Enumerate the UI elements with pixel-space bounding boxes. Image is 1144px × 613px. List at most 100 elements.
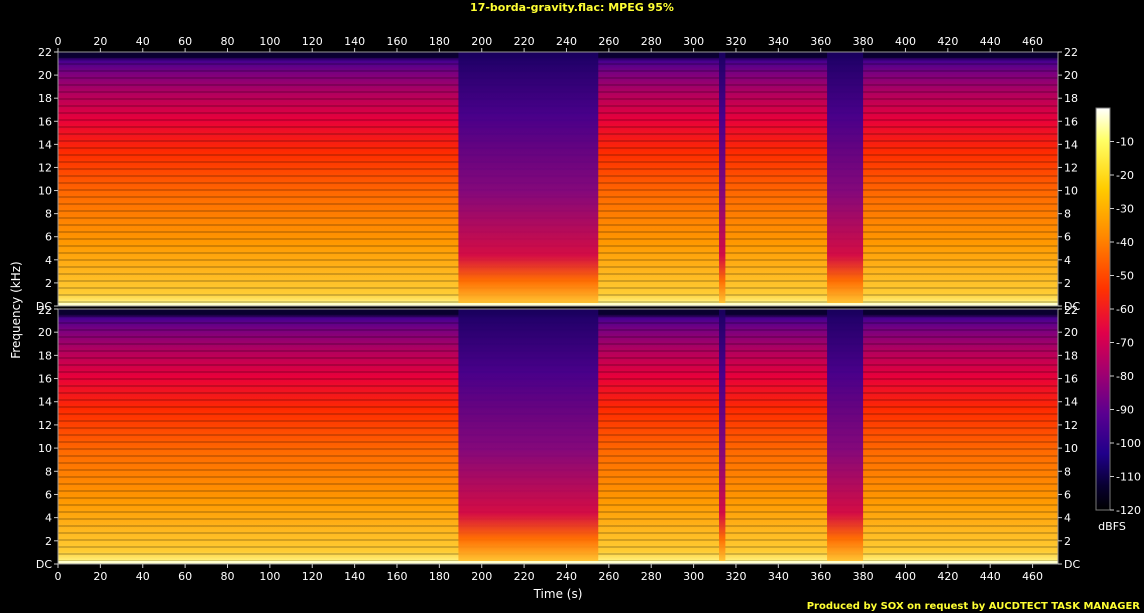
y-tick-label: 16 bbox=[1064, 115, 1078, 128]
x-tick-label: 320 bbox=[725, 35, 746, 48]
x-tick-label: 180 bbox=[429, 35, 450, 48]
x-tick-label: 460 bbox=[1022, 570, 1043, 583]
y-tick-label: 8 bbox=[45, 208, 52, 221]
y-tick-label: DC bbox=[36, 558, 52, 571]
colorbar-tick-label: -50 bbox=[1116, 270, 1134, 283]
x-tick-label: 20 bbox=[93, 570, 107, 583]
x-tick-label: 260 bbox=[598, 35, 619, 48]
x-tick-label: 400 bbox=[895, 570, 916, 583]
colorbar-ticks: -10 -20 -30 -40 -50 -60 -70 -80 -90 -100 -110 -120 bbox=[1110, 136, 1141, 517]
colorbar-tick-label: -80 bbox=[1116, 370, 1134, 383]
x-tick-label: 160 bbox=[386, 35, 407, 48]
y-tick-label: 8 bbox=[45, 465, 52, 478]
x-tick-label: 300 bbox=[683, 35, 704, 48]
x-tick-label: 40 bbox=[136, 35, 150, 48]
x-tick-label: 0 bbox=[55, 570, 62, 583]
y-tick-label: 18 bbox=[38, 349, 52, 362]
quiet-segment bbox=[458, 52, 599, 306]
y-tick-label: 8 bbox=[1064, 465, 1071, 478]
y-tick-label: 4 bbox=[45, 512, 52, 525]
y-tick-label: DC bbox=[1064, 558, 1080, 571]
x-tick-label: 400 bbox=[895, 35, 916, 48]
y-tick-label: 12 bbox=[38, 161, 52, 174]
x-tick-label: 180 bbox=[429, 570, 450, 583]
x-tick-label: 320 bbox=[725, 570, 746, 583]
x-tick-label: 200 bbox=[471, 35, 492, 48]
y-tick-label: 2 bbox=[45, 535, 52, 548]
x-tick-label: 240 bbox=[556, 570, 577, 583]
x-tick-label: 340 bbox=[768, 35, 789, 48]
colorbar-tick-label: -110 bbox=[1116, 471, 1141, 484]
x-tick-label: 220 bbox=[514, 35, 535, 48]
y-tick-label: 10 bbox=[1064, 185, 1078, 198]
y-tick-label: 10 bbox=[38, 185, 52, 198]
x-tick-label: 140 bbox=[344, 35, 365, 48]
x-tick-label: 340 bbox=[768, 570, 789, 583]
y-tick-label: 12 bbox=[38, 419, 52, 432]
x-tick-label: 60 bbox=[178, 570, 192, 583]
channel-1-spectrogram bbox=[57, 51, 1059, 307]
y-tick-label: 18 bbox=[1064, 92, 1078, 105]
quiet-segment bbox=[719, 309, 726, 564]
y-axis-label: Frequency (kHz) bbox=[9, 261, 23, 358]
x-tick-label: 120 bbox=[302, 570, 323, 583]
quiet-segment bbox=[458, 309, 599, 564]
x-tick-label: 60 bbox=[178, 35, 192, 48]
x-tick-label: 440 bbox=[980, 570, 1001, 583]
x-tick-label: 40 bbox=[136, 570, 150, 583]
colorbar-tick-label: -10 bbox=[1116, 136, 1134, 149]
y-tick-label: 4 bbox=[1064, 254, 1071, 267]
x-tick-label: 0 bbox=[55, 35, 62, 48]
colorbar-tick-label: -20 bbox=[1116, 169, 1134, 182]
y-tick-label: 14 bbox=[38, 396, 52, 409]
x-tick-label: 420 bbox=[937, 35, 958, 48]
colorbar-tick-label: -100 bbox=[1116, 437, 1141, 450]
y-tick-label: 6 bbox=[45, 488, 52, 501]
y-tick-label: 14 bbox=[1064, 396, 1078, 409]
y-tick-label: 22 bbox=[38, 46, 52, 59]
y-tick-label: 2 bbox=[45, 277, 52, 290]
x-tick-label: 300 bbox=[683, 570, 704, 583]
y-tick-label: 8 bbox=[1064, 208, 1071, 221]
colorbar-tick-label: -60 bbox=[1116, 303, 1134, 316]
y-tick-label: 18 bbox=[38, 92, 52, 105]
x-tick-label: 100 bbox=[259, 570, 280, 583]
y-tick-label: 10 bbox=[1064, 442, 1078, 455]
y-tick-label: 16 bbox=[38, 373, 52, 386]
x-tick-label: 20 bbox=[93, 35, 107, 48]
colorbar-tick-label: -30 bbox=[1116, 203, 1134, 216]
footer-credit: Produced by SOX on request by AUCDTECT T… bbox=[806, 601, 1140, 612]
quiet-segment bbox=[827, 52, 864, 306]
y-tick-label: 18 bbox=[1064, 349, 1078, 362]
x-tick-label: 240 bbox=[556, 35, 577, 48]
y-tick-label: 22 bbox=[1064, 304, 1078, 317]
y-tick-label: 6 bbox=[1064, 231, 1071, 244]
y-tick-label: 20 bbox=[38, 326, 52, 339]
colorbar-label: dBFS bbox=[1098, 520, 1126, 533]
y-tick-label: 22 bbox=[1064, 46, 1078, 59]
y-tick-label: 16 bbox=[1064, 373, 1078, 386]
x-tick-label: 220 bbox=[514, 570, 535, 583]
colorbar bbox=[1095, 107, 1111, 511]
y-tick-label: 16 bbox=[38, 115, 52, 128]
y-tick-label: 10 bbox=[38, 442, 52, 455]
colorbar-tick-label: -70 bbox=[1116, 337, 1134, 350]
x-tick-label: 420 bbox=[937, 570, 958, 583]
spectrogram-chart: DC DC2 24 46 68 810 1012 1214 1416 1618 1820 2022 22… bbox=[9, 35, 1141, 601]
channel-2-spectrogram bbox=[57, 308, 1059, 565]
x-tick-label: 440 bbox=[980, 35, 1001, 48]
y-tick-label: 4 bbox=[45, 254, 52, 267]
x-tick-label: 280 bbox=[641, 570, 662, 583]
y-tick-label: 14 bbox=[1064, 138, 1078, 151]
y-tick-label: 22 bbox=[38, 304, 52, 317]
x-tick-label: 360 bbox=[810, 35, 831, 48]
x-tick-label: 380 bbox=[853, 570, 874, 583]
quiet-segment bbox=[827, 309, 864, 564]
x-tick-label: 360 bbox=[810, 570, 831, 583]
y-tick-label: 6 bbox=[1064, 488, 1071, 501]
y-tick-label: 2 bbox=[1064, 535, 1071, 548]
x-axis-label: Time (s) bbox=[533, 587, 583, 601]
x-tick-label: 120 bbox=[302, 35, 323, 48]
x-tick-label: 100 bbox=[259, 35, 280, 48]
y-tick-label: 12 bbox=[1064, 161, 1078, 174]
